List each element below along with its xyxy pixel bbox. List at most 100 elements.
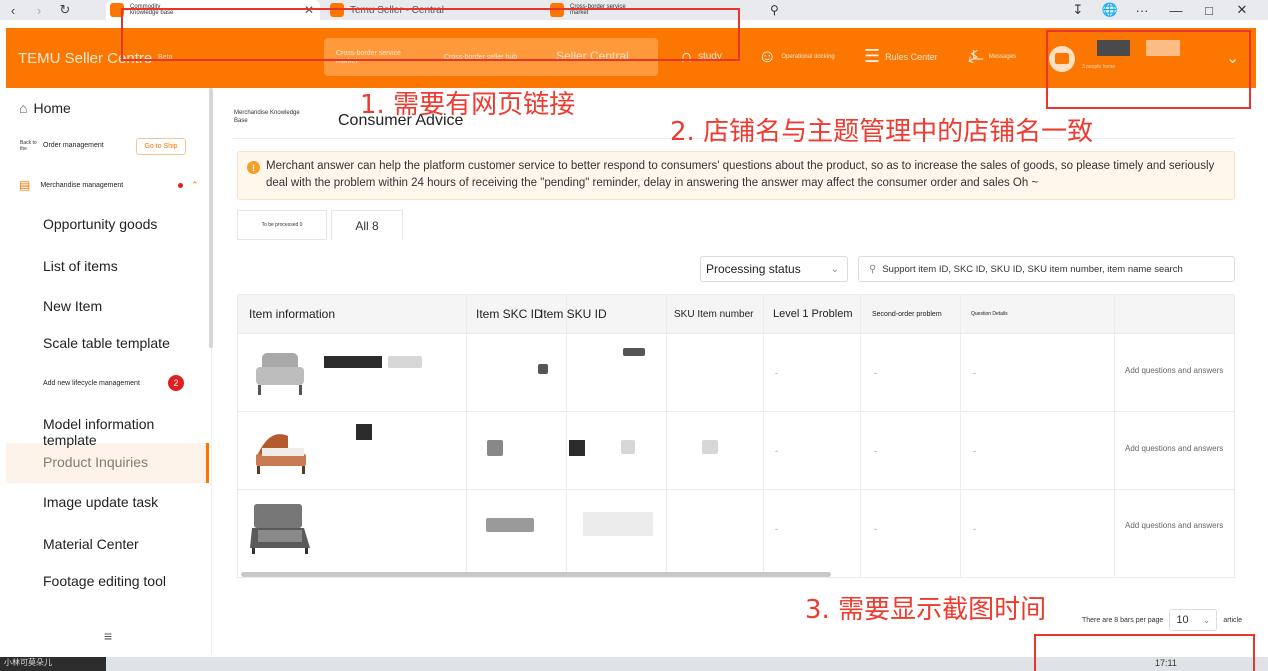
nav-operational-docking[interactable]: ☺ Operational docking xyxy=(758,46,835,67)
level1-problem: - xyxy=(775,368,778,378)
column-header: Question Details xyxy=(971,311,1008,317)
redacted-sku-number xyxy=(702,440,718,454)
redacted-skc xyxy=(487,440,503,456)
questions-table: Item information Item SKC ID Item SKU ID… xyxy=(237,294,1235,578)
annotation-box-time xyxy=(1034,634,1255,671)
nav-messages[interactable]: ⍼ Messages xyxy=(968,46,1016,67)
go-to-ship-button[interactable]: Go to Ship xyxy=(136,138,186,155)
forward-icon[interactable]: › xyxy=(26,0,52,20)
product-thumbnail-bed[interactable] xyxy=(248,422,312,480)
merchandise-icon: ▤ xyxy=(19,178,31,192)
redacted-sku xyxy=(569,440,585,456)
sidebar-item-opportunity-goods[interactable]: Opportunity goods xyxy=(43,216,157,232)
redacted-item-id xyxy=(388,356,422,368)
back-icon[interactable]: ‹ xyxy=(0,0,26,20)
pager-text: There are 8 bars per page xyxy=(1082,616,1164,624)
processing-status-select[interactable]: Processing status ⌄ xyxy=(700,256,848,282)
column-header: SKU Item number xyxy=(674,308,754,320)
column-header: Level 1 Problem xyxy=(773,308,853,320)
sidebar-item-list-of-items[interactable]: List of items xyxy=(43,258,118,274)
sidebar-scrollbar[interactable] xyxy=(209,88,213,348)
redacted-sku xyxy=(621,440,635,454)
redacted-item-name xyxy=(324,356,382,368)
globe-icon[interactable]: 🌐 xyxy=(1096,0,1124,20)
table-header: Item information Item SKC ID Item SKU ID… xyxy=(238,295,1234,333)
notice-banner: ! Merchant answer can help the platform … xyxy=(237,151,1235,200)
rules-icon: ☰ xyxy=(864,46,881,66)
product-thumbnail-platform-bed[interactable] xyxy=(248,500,312,558)
annotation-text-1: 1. 需要有网页链接 xyxy=(360,90,576,120)
notification-dot xyxy=(178,182,183,188)
column-header: Item SKU ID xyxy=(540,307,607,321)
table-row: - - - Add questions and answers xyxy=(238,411,1234,489)
search-placeholder: Support item ID, SKC ID, SKU ID, SKU ite… xyxy=(882,263,1183,275)
sidebar-item-model-information-template[interactable]: Model information template xyxy=(43,416,211,448)
home-icon: ⌂ xyxy=(19,100,28,116)
sidebar-item-image-update-task[interactable]: Image update task xyxy=(43,494,158,510)
warning-icon: ! xyxy=(247,161,260,174)
annotation-box-shop-name xyxy=(1046,30,1251,109)
reload-icon[interactable]: ↻ xyxy=(52,0,78,20)
second-order-problem: - xyxy=(874,368,877,378)
redacted-sku xyxy=(623,348,645,356)
maximize-icon[interactable]: □ xyxy=(1195,0,1223,20)
redacted-sku xyxy=(538,364,548,374)
level1-problem: - xyxy=(775,524,778,534)
sidebar-item-home[interactable]: ⌂ Home xyxy=(19,100,71,116)
back-link[interactable]: Back to the xyxy=(20,140,40,152)
sidebar-group-merchandise[interactable]: ▤ Merchandise management ⌃ xyxy=(19,178,209,192)
new-tab-search-icon[interactable]: ⚲ xyxy=(770,0,790,20)
column-header: Second-order problem xyxy=(872,310,942,318)
annotation-text-2: 2. 店铺名与主题管理中的店铺名一致 xyxy=(670,117,1094,147)
collapse-menu-icon[interactable]: ≡ xyxy=(104,628,112,644)
question-details: - xyxy=(973,368,976,378)
download-icon[interactable]: ↧ xyxy=(1064,0,1092,20)
close-window-icon[interactable]: ✕ xyxy=(1228,0,1256,20)
redacted-sku xyxy=(583,512,653,536)
search-icon: ⚲ xyxy=(869,263,877,275)
docking-icon: ☺ xyxy=(758,46,777,66)
count-badge: 2 xyxy=(168,375,184,391)
second-order-problem: - xyxy=(874,446,877,456)
annotation-box-url xyxy=(121,8,740,61)
annotation-text-3: 3. 需要显示截图时间 xyxy=(805,595,1047,625)
add-questions-and-answers-link[interactable]: Add questions and answers xyxy=(1125,521,1223,530)
table-row: - - - Add questions and answers xyxy=(238,333,1234,411)
sidebar-item-scale-table-template[interactable]: Scale table template xyxy=(43,335,170,351)
product-thumbnail-armchair[interactable] xyxy=(248,343,312,401)
pager-suffix: article xyxy=(1223,616,1243,624)
chevron-down-icon: ⌄ xyxy=(1202,614,1211,625)
pagination: There are 8 bars per page 10 ⌄ article xyxy=(1082,609,1242,631)
add-questions-and-answers-link[interactable]: Add questions and answers xyxy=(1125,366,1223,375)
level1-problem: - xyxy=(775,446,778,456)
sidebar-item-lifecycle-management[interactable]: Add new lifecycle management xyxy=(43,380,140,387)
sidebar-item-product-inquiries[interactable]: Product Inquiries xyxy=(43,454,148,470)
taskbar-app[interactable]: 小林可莫朵儿 xyxy=(0,657,106,671)
search-input[interactable]: ⚲ Support item ID, SKC ID, SKU ID, SKU i… xyxy=(858,256,1235,282)
sidebar-item-footage-editing-tool[interactable]: Footage editing tool xyxy=(43,573,166,589)
chevron-down-icon: ⌄ xyxy=(830,263,839,275)
horizontal-scrollbar[interactable] xyxy=(241,572,831,577)
table-row: - - - Add questions and answers xyxy=(238,489,1234,567)
breadcrumb[interactable]: Merchandise Knowledge Base xyxy=(234,109,304,125)
bell-icon: ⍼ xyxy=(968,46,984,66)
sidebar-item-material-center[interactable]: Material Center xyxy=(43,536,139,552)
sidebar-item-order-management[interactable]: Order management xyxy=(43,142,104,149)
minimize-icon[interactable]: — xyxy=(1162,0,1190,20)
second-order-problem: - xyxy=(874,524,877,534)
notice-text: Merchant answer can help the platform cu… xyxy=(266,160,1215,189)
page-size-select[interactable]: 10 ⌄ xyxy=(1169,609,1218,631)
tab-to-be-processed[interactable]: To be processed 0 xyxy=(237,210,327,240)
add-questions-and-answers-link[interactable]: Add questions and answers xyxy=(1125,444,1223,453)
redacted-skc xyxy=(486,518,534,532)
sidebar: ⌂ Home Back to the Order management Go t… xyxy=(6,88,213,654)
redacted-item-name xyxy=(356,424,372,440)
chevron-up-icon: ⌃ xyxy=(191,179,199,190)
more-icon[interactable]: ··· xyxy=(1128,0,1156,20)
question-details: - xyxy=(973,524,976,534)
column-header: Item SKC ID xyxy=(476,307,543,321)
tab-all[interactable]: All 8 xyxy=(331,210,403,240)
nav-rules-center[interactable]: ☰ Rules Center xyxy=(864,46,938,67)
column-header: Item information xyxy=(249,307,336,321)
sidebar-item-new-item[interactable]: New Item xyxy=(43,298,102,314)
